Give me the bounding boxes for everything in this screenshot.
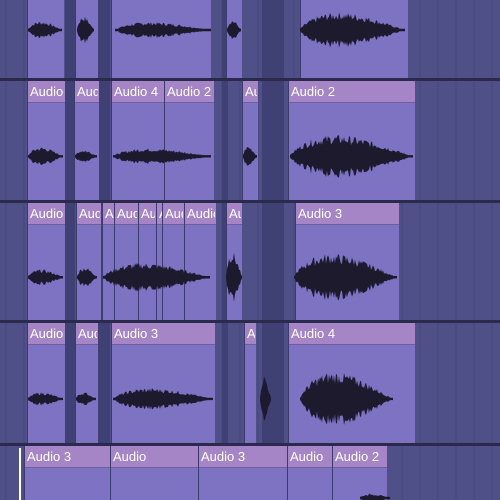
arrangement-view: AudioAudioAudio 4Audio 2AudioAudio 2Audi… <box>0 0 500 500</box>
track-lane[interactable]: AudioAudioAudio 3AudioAudio 4 <box>0 323 500 443</box>
track-lane[interactable]: AudioAudioAudio 4Audio 2AudioAudio 2 <box>0 81 500 200</box>
waveform-layer <box>360 493 390 500</box>
waveform-layer <box>28 12 405 48</box>
track-lane[interactable]: Audio 3 Audio Audio 3 Audio Audio 2 <box>0 446 500 500</box>
waveform-layer <box>28 372 393 425</box>
waveform-layer <box>28 135 413 178</box>
waveform-layer <box>28 252 397 302</box>
playhead-marker[interactable] <box>19 448 21 500</box>
waveform <box>360 493 390 500</box>
track-lane[interactable] <box>0 0 500 78</box>
track-lane[interactable]: AudioAudioAudioAudioAudioAudioAudioAudio… <box>0 203 500 320</box>
